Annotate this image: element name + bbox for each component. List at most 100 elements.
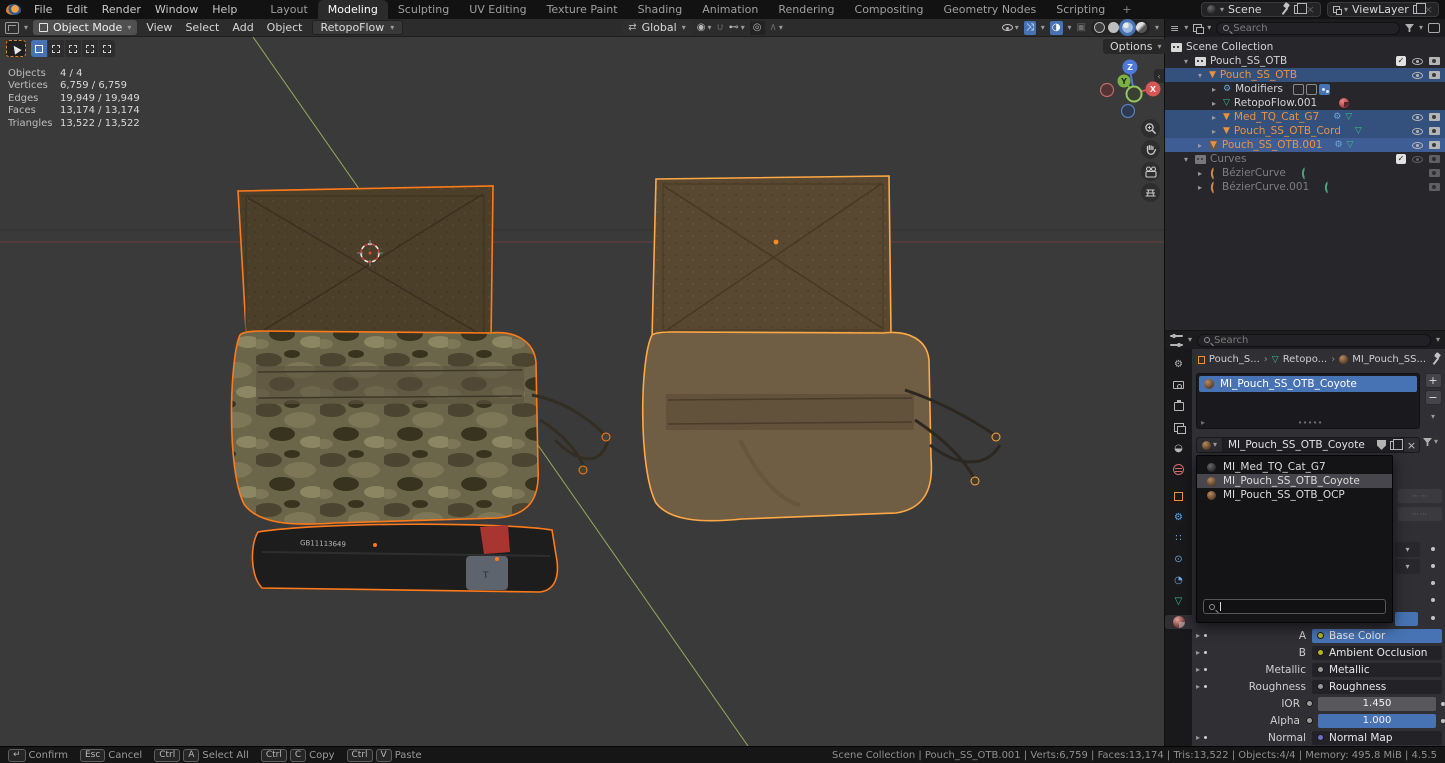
pan-hand-button[interactable]: [1141, 140, 1160, 159]
blender-logo-icon[interactable]: [6, 4, 21, 15]
row-pouch-cord[interactable]: ▸ ▼ Pouch_SS_OTB_Cord ▽: [1165, 124, 1445, 138]
metallic-field[interactable]: Metallic: [1312, 663, 1442, 677]
render-camera-toggle[interactable]: [1429, 113, 1440, 121]
navigation-gizmo[interactable]: Y Z X: [1096, 52, 1166, 126]
row-bezier-curve[interactable]: ▸ BézierCurve: [1165, 166, 1445, 180]
tab-object-icon[interactable]: [1170, 489, 1187, 503]
menu-help[interactable]: Help: [205, 1, 244, 18]
ambient-occlusion-field[interactable]: Ambient Occlusion: [1312, 646, 1442, 660]
tab-particles-icon[interactable]: ∷: [1170, 531, 1187, 545]
viewlayer-selector[interactable]: ▾ ViewLayer ×: [1327, 2, 1439, 17]
material-preview-shading-button[interactable]: [1122, 22, 1133, 33]
expand-arrow-icon[interactable]: ▾: [1181, 57, 1191, 66]
hide-eye-toggle[interactable]: [1412, 128, 1423, 135]
new-collection-icon[interactable]: [1428, 23, 1440, 33]
material-slot-list[interactable]: MI_Pouch_SS_OTB_Coyote ▸∙∙∙∙∙: [1196, 373, 1420, 429]
fake-user-shield-icon[interactable]: [1377, 440, 1386, 450]
select-mode-subtract-button[interactable]: [65, 40, 81, 57]
pouch-right-coyote[interactable]: [643, 176, 1000, 521]
menu-add[interactable]: Add: [228, 21, 257, 34]
scene-selector[interactable]: ▾ Scene ×: [1201, 2, 1321, 17]
pivot-point-dropdown[interactable]: ◉ ▾: [697, 22, 712, 33]
render-camera-toggle[interactable]: [1429, 127, 1440, 135]
outliner-search[interactable]: [1216, 22, 1400, 35]
menu-edit[interactable]: Edit: [59, 1, 94, 18]
tab-modifiers-wrench-icon[interactable]: ⚙: [1170, 510, 1187, 524]
tab-physics-icon[interactable]: ⊙: [1170, 552, 1187, 566]
solid-shading-button[interactable]: [1108, 22, 1119, 33]
tweak-tool-button[interactable]: [6, 40, 26, 57]
xray-toggle[interactable]: ▣: [1077, 22, 1086, 33]
menu-render[interactable]: Render: [95, 1, 148, 18]
axis-neg-x[interactable]: [1101, 84, 1114, 97]
dropdown-item-med-tq[interactable]: MI_Med_TQ_Cat_G7: [1197, 460, 1392, 474]
properties-editor-icon[interactable]: [1170, 335, 1183, 346]
browse-material-button[interactable]: ▾: [1196, 437, 1223, 453]
expand-arrow-icon[interactable]: ▸: [1192, 682, 1204, 691]
modifier-edit-toggle[interactable]: [1293, 84, 1304, 95]
rendered-shading-button[interactable]: [1136, 22, 1147, 33]
dropdown-item-coyote-selected[interactable]: MI_Pouch_SS_OTB_Coyote: [1197, 474, 1392, 488]
3d-viewport[interactable]: T GB11113649: [0, 37, 1164, 746]
tab-compositing[interactable]: Compositing: [845, 0, 934, 19]
mode-dropdown[interactable]: Object Mode ▾: [33, 20, 137, 35]
keyframe-dot[interactable]: [1431, 581, 1435, 585]
display-mode-icon[interactable]: [1193, 24, 1202, 32]
axis-neg-z[interactable]: [1122, 105, 1135, 118]
list-grip[interactable]: ▸∙∙∙∙∙: [1201, 418, 1415, 427]
expand-arrow-icon[interactable]: ▸: [1195, 141, 1205, 150]
render-camera-toggle[interactable]: [1429, 183, 1440, 191]
collection-checkbox[interactable]: ✓: [1396, 154, 1406, 164]
menu-file[interactable]: File: [27, 1, 59, 18]
collapse-arrow-icon[interactable]: ▾: [1181, 155, 1191, 164]
ior-slider[interactable]: 1.450: [1318, 697, 1436, 711]
tourniquet-strap[interactable]: T GB11113649: [252, 524, 557, 592]
unlink-material-button[interactable]: ×: [1404, 437, 1420, 453]
row-pouch-collection[interactable]: ▾ Pouch_SS_OTB ✓: [1165, 54, 1445, 68]
tab-texture-paint[interactable]: Texture Paint: [537, 0, 628, 19]
show-object-types-dropdown[interactable]: ▾: [1002, 24, 1019, 32]
breadcrumb-object[interactable]: Pouch_S...: [1209, 354, 1260, 365]
keyframe-dot[interactable]: [1441, 702, 1445, 706]
proportional-editing-toggle[interactable]: ◎: [750, 21, 765, 35]
tab-view-layer-icon[interactable]: [1170, 420, 1187, 434]
render-camera-toggle[interactable]: [1429, 57, 1440, 65]
falloff-dropdown[interactable]: ∧ ▾: [770, 22, 783, 33]
expand-arrow-icon[interactable]: ▸: [1192, 648, 1204, 657]
tab-layout[interactable]: Layout: [260, 0, 317, 19]
keyframe-dot[interactable]: [1431, 598, 1435, 602]
base-color-field[interactable]: Base Color: [1312, 629, 1442, 643]
modifier-realtime-toggle[interactable]: [1306, 84, 1317, 95]
pouch-left-multicam[interactable]: T GB11113649: [232, 186, 611, 592]
dropdown-item-ocp[interactable]: MI_Pouch_SS_OTB_OCP: [1197, 488, 1392, 502]
breadcrumb-material[interactable]: MI_Pouch_SS...: [1352, 354, 1426, 365]
tab-modeling[interactable]: Modeling: [318, 0, 388, 19]
tab-tool-icon[interactable]: ⚙: [1170, 357, 1187, 371]
expand-arrow-icon[interactable]: ▸: [1195, 183, 1205, 192]
shading-dropdown[interactable]: ▾: [1155, 24, 1159, 32]
pin-icon[interactable]: [1279, 4, 1290, 15]
hide-eye-toggle[interactable]: [1412, 156, 1423, 163]
hide-eye-toggle[interactable]: [1412, 58, 1423, 65]
add-workspace-button[interactable]: +: [1115, 0, 1138, 19]
retopoflow-menu[interactable]: RetopoFlow ▾: [312, 20, 404, 35]
tab-constraints-icon[interactable]: ◔: [1170, 573, 1187, 587]
menu-select[interactable]: Select: [181, 21, 223, 34]
tab-scripting[interactable]: Scripting: [1046, 0, 1115, 19]
menu-object[interactable]: Object: [263, 21, 307, 34]
hide-eye-toggle[interactable]: [1412, 142, 1423, 149]
row-bezier-curve-001[interactable]: ▸ BézierCurve.001: [1165, 180, 1445, 194]
wireframe-shading-button[interactable]: [1094, 22, 1105, 33]
normal-map-field[interactable]: Normal Map: [1312, 731, 1442, 745]
filter-dropdown[interactable]: ▾: [1423, 438, 1438, 446]
tab-shading[interactable]: Shading: [628, 0, 693, 19]
hidden-dropdown-stub[interactable]: ▾: [1395, 542, 1420, 557]
row-scene-collection[interactable]: Scene Collection: [1165, 40, 1445, 54]
transform-orientation-dropdown[interactable]: ⇄ Global ▾: [622, 20, 692, 35]
hidden-slider-stub[interactable]: [1395, 612, 1418, 626]
material-name-field[interactable]: MI_Pouch_SS_OTB_Coyote: [1223, 437, 1404, 453]
editor-type-icon[interactable]: [5, 22, 19, 34]
properties-search-input[interactable]: [1214, 335, 1424, 346]
tab-geometry-nodes[interactable]: Geometry Nodes: [933, 0, 1046, 19]
row-retopoflow[interactable]: ▸ ▽ RetopoFlow.001: [1165, 96, 1445, 110]
